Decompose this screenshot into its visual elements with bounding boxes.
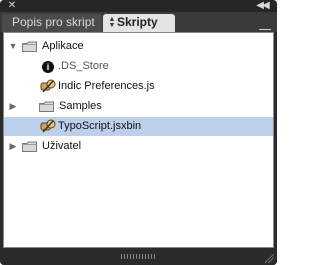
panel-titlebar: ✕ ◀◀ [0, 0, 277, 12]
folder-icon [22, 141, 37, 152]
tree-row-uzivatel[interactable]: ▶ Uživatel [4, 137, 273, 156]
tab-scripts[interactable]: ▲ ▼ Skripty [103, 14, 175, 32]
info-icon: i [42, 61, 54, 73]
scripts-tree: ▼ Aplikace i .DS_Store Indic Preferences… [3, 32, 274, 248]
tree-item-label: Aplikace [42, 40, 84, 52]
tree-item-label: Samples [59, 100, 102, 112]
resize-corner-icon[interactable] [265, 254, 274, 263]
tree-item-label: Uživatel [42, 140, 82, 152]
tree-item-label: .DS_Store [58, 60, 109, 72]
script-icon [40, 79, 56, 93]
disclosure-collapsed-icon[interactable]: ▶ [8, 141, 18, 151]
collapse-icon[interactable]: ◀◀ [255, 0, 269, 11]
tab-reorder-arrows-icon: ▲ ▼ [108, 15, 116, 29]
tab-label: Popis pro skript [12, 15, 95, 29]
panel-footer [0, 250, 277, 265]
tree-row-samples[interactable]: ▶ Samples [4, 97, 273, 116]
folder-icon [39, 101, 54, 112]
tab-bar: Popis pro skript ▲ ▼ Skripty [0, 12, 277, 36]
disclosure-collapsed-icon[interactable]: ▶ [8, 101, 18, 111]
disclosure-expanded-icon[interactable]: ▼ [8, 41, 18, 51]
tree-row-aplikace[interactable]: ▼ Aplikace [4, 37, 273, 56]
tree-row-ds-store[interactable]: i .DS_Store [4, 57, 273, 76]
scripts-panel: ✕ ◀◀ Popis pro skript ▲ ▼ Skripty ▼ Aplika… [0, 0, 277, 265]
tree-item-label: Indic Preferences.js [58, 80, 155, 92]
resize-grip-icon[interactable] [121, 254, 155, 259]
script-icon [40, 119, 56, 133]
tree-item-label: TypoScript.jsxbin [58, 120, 142, 132]
tree-row-typoscript[interactable]: TypoScript.jsxbin [4, 117, 273, 136]
close-icon[interactable]: ✕ [7, 1, 17, 11]
tab-script-label[interactable]: Popis pro skript [2, 14, 102, 32]
tab-label: Skripty [117, 15, 158, 29]
tree-row-indic-preferences[interactable]: Indic Preferences.js [4, 77, 273, 96]
folder-icon [22, 41, 37, 52]
